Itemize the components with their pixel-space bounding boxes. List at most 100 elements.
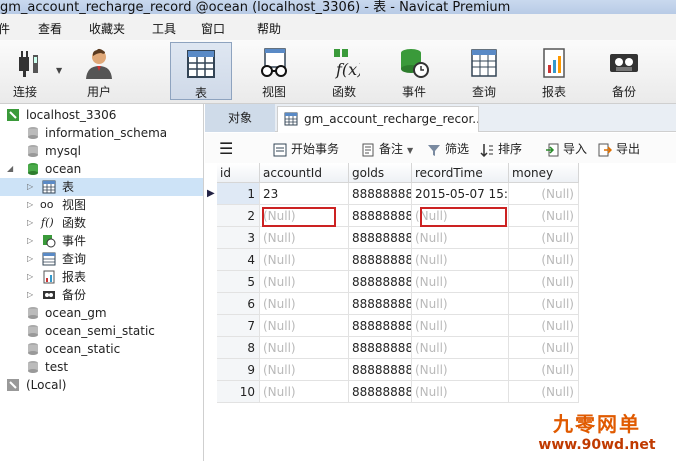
sort-button[interactable]: 排序 bbox=[480, 140, 522, 158]
cell-id[interactable]: 7 bbox=[217, 315, 260, 337]
menu-window[interactable]: 窗口 bbox=[201, 20, 225, 37]
collapse-arrow-icon[interactable]: ◢ bbox=[7, 160, 17, 178]
cell-id[interactable]: 6 bbox=[217, 293, 260, 315]
event-button[interactable]: 事件 bbox=[383, 42, 445, 100]
menu-tools[interactable]: 工具 bbox=[152, 20, 176, 37]
backup-button[interactable]: 备份 bbox=[593, 42, 655, 100]
column-header-golds[interactable]: golds bbox=[349, 163, 412, 183]
table-row[interactable]: 10 (Null) 88888888 (Null) (Null) bbox=[205, 381, 579, 403]
cell-id[interactable]: 10 bbox=[217, 381, 260, 403]
view-button[interactable]: 视图 bbox=[243, 42, 305, 100]
cell-accountid[interactable]: (Null) bbox=[260, 381, 349, 403]
report-button[interactable]: 报表 bbox=[523, 42, 585, 100]
cell-accountid[interactable]: (Null) bbox=[260, 359, 349, 381]
cell-id[interactable]: 3 bbox=[217, 227, 260, 249]
function-button[interactable]: f(x) 函数 bbox=[313, 42, 375, 100]
cell-accountid[interactable]: 23 bbox=[260, 183, 349, 205]
view-glasses-icon: oo bbox=[40, 198, 54, 211]
table-row[interactable]: 6 (Null) 88888888 (Null) (Null) bbox=[205, 293, 579, 315]
cell-golds[interactable]: 88888888 bbox=[349, 381, 412, 403]
cell-golds[interactable]: 88888888 bbox=[349, 315, 412, 337]
connect-button[interactable]: 连接 bbox=[0, 42, 56, 100]
cell-money[interactable]: (Null) bbox=[509, 337, 579, 359]
connect-dropdown-icon[interactable]: ▼ bbox=[56, 66, 62, 75]
cell-id[interactable]: 9 bbox=[217, 359, 260, 381]
menu-icon[interactable]: ☰ bbox=[219, 140, 233, 158]
cell-accountid[interactable]: (Null) bbox=[260, 271, 349, 293]
cell-recordtime[interactable]: (Null) bbox=[412, 337, 509, 359]
cell-recordtime[interactable]: (Null) bbox=[412, 293, 509, 315]
tab-bar: 对象 gm_account_recharge_recor... bbox=[205, 104, 676, 132]
table-row[interactable]: 3 (Null) 88888888 (Null) (Null) bbox=[205, 227, 579, 249]
menu-view[interactable]: 查看 bbox=[38, 20, 62, 37]
expand-arrow-icon[interactable]: ▷ bbox=[27, 214, 37, 232]
expand-arrow-icon[interactable]: ▷ bbox=[27, 250, 37, 268]
cell-golds[interactable]: 88888888 bbox=[349, 359, 412, 381]
cell-money[interactable]: (Null) bbox=[509, 381, 579, 403]
expand-arrow-icon[interactable]: ▷ bbox=[27, 196, 37, 214]
tab-table-editor[interactable]: gm_account_recharge_recor... bbox=[277, 106, 479, 132]
cell-accountid[interactable]: (Null) bbox=[260, 337, 349, 359]
table-row[interactable]: ▶ 1 23 88888888 2015-05-07 15:0 (Null) bbox=[205, 183, 579, 205]
table-row[interactable]: 8 (Null) 88888888 (Null) (Null) bbox=[205, 337, 579, 359]
menu-help[interactable]: 帮助 bbox=[257, 20, 281, 37]
cell-recordtime[interactable]: 2015-05-07 15:0 bbox=[412, 183, 509, 205]
dropdown-arrow-icon[interactable]: ▼ bbox=[407, 146, 413, 155]
cell-money[interactable]: (Null) bbox=[509, 249, 579, 271]
column-header-recordtime[interactable]: recordTime bbox=[412, 163, 509, 183]
cell-golds[interactable]: 88888888 bbox=[349, 183, 412, 205]
cell-id[interactable]: 2 bbox=[217, 205, 260, 227]
table-row[interactable]: 9 (Null) 88888888 (Null) (Null) bbox=[205, 359, 579, 381]
plug-icon bbox=[19, 51, 38, 77]
cell-recordtime[interactable]: (Null) bbox=[412, 227, 509, 249]
cell-money[interactable]: (Null) bbox=[509, 359, 579, 381]
cell-recordtime[interactable]: (Null) bbox=[412, 249, 509, 271]
cell-money[interactable]: (Null) bbox=[509, 205, 579, 227]
cell-id[interactable]: 4 bbox=[217, 249, 260, 271]
cell-id[interactable]: 5 bbox=[217, 271, 260, 293]
cell-accountid[interactable]: (Null) bbox=[260, 293, 349, 315]
cell-money[interactable]: (Null) bbox=[509, 227, 579, 249]
cell-golds[interactable]: 88888888 bbox=[349, 227, 412, 249]
cell-accountid[interactable]: (Null) bbox=[260, 227, 349, 249]
cell-recordtime[interactable]: (Null) bbox=[412, 381, 509, 403]
user-button[interactable]: 用户 bbox=[68, 42, 130, 100]
menu-file[interactable]: 件 bbox=[0, 20, 10, 37]
cell-accountid[interactable]: (Null) bbox=[260, 315, 349, 337]
table-row[interactable]: 7 (Null) 88888888 (Null) (Null) bbox=[205, 315, 579, 337]
expand-arrow-icon[interactable]: ▷ bbox=[27, 286, 37, 304]
begin-transaction-button[interactable]: 开始事务 bbox=[273, 140, 339, 158]
cell-money[interactable]: (Null) bbox=[509, 183, 579, 205]
cell-recordtime[interactable]: (Null) bbox=[412, 315, 509, 337]
tab-objects[interactable]: 对象 bbox=[205, 104, 275, 132]
table-button[interactable]: 表 bbox=[170, 42, 232, 100]
cell-accountid[interactable]: (Null) bbox=[260, 249, 349, 271]
import-button[interactable]: 导入 bbox=[545, 140, 587, 158]
filter-button[interactable]: 筛选 bbox=[427, 140, 469, 158]
cell-money[interactable]: (Null) bbox=[509, 293, 579, 315]
table-row[interactable]: 4 (Null) 88888888 (Null) (Null) bbox=[205, 249, 579, 271]
cell-id[interactable]: 1 bbox=[217, 183, 260, 205]
cell-recordtime[interactable]: (Null) bbox=[412, 359, 509, 381]
expand-arrow-icon[interactable]: ▷ bbox=[27, 178, 37, 196]
cell-golds[interactable]: 88888888 bbox=[349, 293, 412, 315]
table-row[interactable]: 5 (Null) 88888888 (Null) (Null) bbox=[205, 271, 579, 293]
column-header-accountid[interactable]: accountId bbox=[260, 163, 349, 183]
cell-id[interactable]: 8 bbox=[217, 337, 260, 359]
menu-favorites[interactable]: 收藏夹 bbox=[89, 20, 125, 37]
cell-golds[interactable]: 88888888 bbox=[349, 271, 412, 293]
column-header-id[interactable]: id bbox=[217, 163, 260, 183]
cell-recordtime[interactable]: (Null) bbox=[412, 271, 509, 293]
expand-arrow-icon[interactable]: ▷ bbox=[27, 232, 37, 250]
cell-golds[interactable]: 88888888 bbox=[349, 205, 412, 227]
column-header-money[interactable]: money bbox=[509, 163, 579, 183]
tree-node-tables[interactable]: ▷ 表 bbox=[0, 178, 203, 196]
expand-arrow-icon[interactable]: ▷ bbox=[27, 268, 37, 286]
cell-golds[interactable]: 88888888 bbox=[349, 337, 412, 359]
memo-button[interactable]: 备注 ▼ bbox=[361, 140, 413, 158]
query-button[interactable]: 查询 bbox=[453, 42, 515, 100]
export-button[interactable]: 导出 bbox=[598, 140, 640, 158]
cell-money[interactable]: (Null) bbox=[509, 271, 579, 293]
cell-money[interactable]: (Null) bbox=[509, 315, 579, 337]
cell-golds[interactable]: 88888888 bbox=[349, 249, 412, 271]
